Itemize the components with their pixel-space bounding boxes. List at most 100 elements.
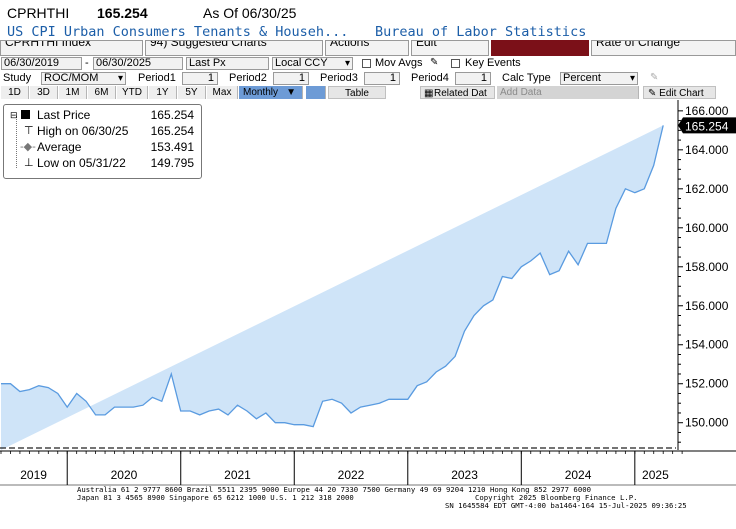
calc-type-select-text: Percent <box>563 72 601 84</box>
data-point-2021-05 <box>217 408 219 410</box>
legend-last-price-value: 165.254 <box>150 108 194 122</box>
data-point-2020-04 <box>94 414 96 416</box>
y-tick-label-152: 152.000 <box>685 377 729 391</box>
suggested-charts-button[interactable]: 94) Suggested Charts <box>145 40 323 56</box>
data-point-2021-08 <box>246 410 248 412</box>
data-point-2020-09 <box>142 404 144 406</box>
range-ytd-button[interactable]: YTD <box>117 86 148 99</box>
data-point-2022-09 <box>369 404 371 406</box>
field-select[interactable]: Last Px <box>186 57 269 70</box>
currency-select[interactable]: Local CCY <box>272 57 353 70</box>
security-field[interactable]: CPRHTHI Index <box>0 40 143 56</box>
data-point-2024-06 <box>567 250 569 252</box>
data-point-2023-01 <box>407 398 409 400</box>
range-1y-button[interactable]: 1Y <box>149 86 177 99</box>
legend-average-value: 153.491 <box>150 140 194 154</box>
red-toolbar-block[interactable] <box>491 40 589 56</box>
currency-select-text: Local CCY <box>275 57 328 69</box>
data-point-2025-01 <box>634 192 636 194</box>
date-from-field[interactable]: 06/30/2019 <box>1 57 82 70</box>
calc-type-select[interactable]: Percent <box>560 72 638 85</box>
legend-high: ⊤ High on 06/30/25 165.254 <box>4 123 201 139</box>
y-tick-label-156: 156.000 <box>685 299 729 313</box>
range-1d-button[interactable]: 1D <box>1 86 29 99</box>
range-1m-button[interactable]: 1M <box>59 86 87 99</box>
range-5y-button[interactable]: 5Y <box>178 86 206 99</box>
period3-field[interactable]: 1 <box>364 72 400 85</box>
table-button[interactable]: Table <box>328 86 386 99</box>
footer-phone-line-2: Japan 81 3 4565 8900 Singapore 65 6212 1… <box>77 493 354 502</box>
mov-avgs-label: Mov Avgs <box>375 57 423 69</box>
actions-text: Actions <box>330 40 370 49</box>
key-events-checkbox[interactable] <box>451 59 460 68</box>
edit-chart-button[interactable]: ✎ Edit Chart <box>643 86 716 99</box>
data-point-2025-04 <box>662 124 664 126</box>
data-point-2022-01 <box>293 424 295 426</box>
period1-field[interactable]: 1 <box>182 72 218 85</box>
period2-field[interactable]: 1 <box>273 72 309 85</box>
data-point-2023-05 <box>444 365 446 367</box>
grid-icon: ▦ <box>424 88 434 99</box>
data-point-2020-03 <box>85 400 87 402</box>
pencil-icon[interactable]: ✎ <box>430 56 438 69</box>
period2-label: Period2 <box>229 72 267 84</box>
rate-of-change-button[interactable]: Rate of Change <box>591 40 736 56</box>
data-point-2022-03 <box>312 425 314 427</box>
data-point-2024-12 <box>624 188 626 190</box>
data-point-2023-07 <box>463 330 465 332</box>
top-toolbar: CPRHTHI Index 94) Suggested Charts Actio… <box>0 40 736 56</box>
data-point-2019-11 <box>47 386 49 388</box>
edit-menu[interactable]: Edit <box>411 40 489 56</box>
legend-last-price-label: Last Price <box>37 108 91 122</box>
period4-field[interactable]: 1 <box>455 72 491 85</box>
pencil-icon[interactable]: ✎ <box>650 71 658 84</box>
actions-menu[interactable]: Actions <box>325 40 409 56</box>
study-select[interactable]: ROC/MOM <box>41 72 126 85</box>
data-point-2024-01 <box>520 266 522 268</box>
legend-box[interactable]: ⊟ Last Price 165.254 ⊤ High on 06/30/25 … <box>3 104 202 179</box>
subtitle-row: US CPI Urban Consumers Tenants & Househ.… <box>0 22 736 40</box>
data-point-2021-06 <box>227 414 229 416</box>
date-to-field[interactable]: 06/30/2025 <box>93 57 183 70</box>
legend-high-label: High on 06/30/25 <box>37 124 129 138</box>
related-data-button[interactable]: ▦ Related Dat <box>420 86 495 99</box>
title-row: CPRHTHI 165.254 As Of 06/30/25 <box>0 0 736 22</box>
range-max-button[interactable]: Max <box>207 86 238 99</box>
mov-avgs-checkbox[interactable] <box>362 59 371 68</box>
data-point-2023-03 <box>426 381 428 383</box>
data-point-2019-07 <box>9 383 11 385</box>
data-point-2021-04 <box>208 410 210 412</box>
data-point-2020-05 <box>104 414 106 416</box>
period1-label: Period1 <box>138 72 176 84</box>
frequency-select[interactable]: Monthly ▼ <box>239 86 303 99</box>
x-tick-label-2019: 2019 <box>20 468 47 482</box>
footer: Australia 61 2 9777 8600 Brazil 5511 239… <box>0 486 736 529</box>
data-point-2022-11 <box>388 398 390 400</box>
source-link[interactable]: Bureau of Labor Statistics <box>375 24 586 40</box>
data-point-2023-12 <box>511 277 513 279</box>
data-point-2024-03 <box>539 252 541 254</box>
legend-high-value: 165.254 <box>150 124 194 138</box>
x-tick-label-2020: 2020 <box>111 468 138 482</box>
data-point-2021-01 <box>180 410 182 412</box>
data-point-2022-04 <box>321 400 323 402</box>
data-point-2024-10 <box>605 242 607 244</box>
security-name-link[interactable]: US CPI Urban Consumers Tenants & Househ.… <box>7 24 348 40</box>
data-point-2023-08 <box>473 314 475 316</box>
calc-type-label: Calc Type <box>502 72 551 84</box>
range-3d-button[interactable]: 3D <box>30 86 58 99</box>
range-6m-button[interactable]: 6M <box>88 86 116 99</box>
data-point-2020-11 <box>161 400 163 402</box>
y-tick-label-160: 160.000 <box>685 221 729 235</box>
chart-type-button[interactable] <box>306 86 326 99</box>
data-point-2022-12 <box>397 398 399 400</box>
last-value: 165.254 <box>97 5 148 21</box>
period4-label: Period4 <box>411 72 449 84</box>
x-tick-label-2023: 2023 <box>451 468 478 482</box>
security-field-text: CPRHTHI Index <box>5 40 92 49</box>
related-data-text: Related Dat <box>434 88 487 99</box>
add-data-field[interactable]: Add Data <box>497 86 639 99</box>
date-toolbar: 06/30/2019 - 06/30/2025 Last Px Local CC… <box>0 56 736 71</box>
study-toolbar: Study ROC/MOM Period1 1 Period2 1 Period… <box>0 71 736 86</box>
data-point-2025-02 <box>643 188 645 190</box>
